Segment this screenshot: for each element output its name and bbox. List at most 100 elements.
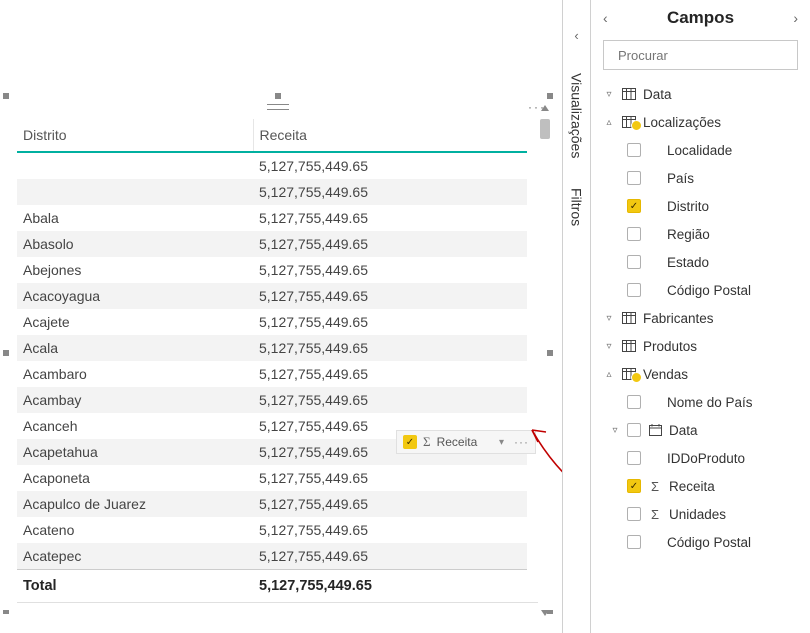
checkbox[interactable] [627, 143, 641, 157]
field-chip-label: Receita [437, 435, 478, 449]
checkbox-checked[interactable]: ✓ [627, 199, 641, 213]
scrollbar-thumb[interactable] [540, 119, 550, 139]
scroll-down-icon[interactable] [541, 610, 549, 616]
sigma-icon: Σ [647, 507, 663, 521]
cell-distrito: Acajete [17, 309, 253, 335]
vertical-scrollbar[interactable] [540, 119, 550, 602]
checkbox[interactable] [627, 283, 641, 297]
cell-receita: 5,127,755,449.65 [253, 543, 527, 570]
field-distrito[interactable]: ✓Distrito [599, 192, 808, 220]
table-node-data[interactable]: ▿ Data [599, 80, 808, 108]
field-receita[interactable]: ✓ΣReceita [599, 472, 808, 500]
column-header-receita[interactable]: Receita [253, 119, 527, 152]
table-row[interactable]: Acatepec5,127,755,449.65 [17, 543, 527, 570]
report-canvas[interactable]: ··· Distrito Receita 5,127,755,449.655,1… [0, 0, 560, 633]
checkbox[interactable] [627, 507, 641, 521]
fields-search[interactable] [603, 40, 798, 70]
checkbox[interactable] [627, 227, 641, 241]
cell-receita: 5,127,755,449.65 [253, 231, 527, 257]
tree-label: Unidades [669, 507, 726, 522]
field-data-hierarchy[interactable]: ▿ Data [599, 416, 808, 444]
table-row[interactable]: Acambay5,127,755,449.65 [17, 387, 527, 413]
table-row[interactable]: Abasolo5,127,755,449.65 [17, 231, 527, 257]
table-visual[interactable]: ··· Distrito Receita 5,127,755,449.655,1… [5, 95, 550, 615]
field-estado[interactable]: Estado [599, 248, 808, 276]
field-regiao[interactable]: Região [599, 220, 808, 248]
table-row[interactable]: Abejones5,127,755,449.65 [17, 257, 527, 283]
table-row[interactable]: Acambaro5,127,755,449.65 [17, 361, 527, 387]
table-row[interactable]: Acateno5,127,755,449.65 [17, 517, 527, 543]
checkbox[interactable] [627, 395, 641, 409]
cell-distrito [17, 179, 253, 205]
tree-label: Vendas [643, 367, 688, 382]
table-icon [621, 339, 637, 353]
tree-label: Receita [669, 479, 715, 494]
table-node-produtos[interactable]: ▿ Produtos [599, 332, 808, 360]
checkbox[interactable] [627, 451, 641, 465]
checkbox[interactable] [627, 423, 641, 437]
table-node-localizacoes[interactable]: ▵ Localizações [599, 108, 808, 136]
table-row[interactable]: 5,127,755,449.65 [17, 152, 527, 179]
table-row[interactable]: Acacoyagua5,127,755,449.65 [17, 283, 527, 309]
field-codigo-postal-vendas[interactable]: Código Postal [599, 528, 808, 556]
cell-receita: 5,127,755,449.65 [253, 361, 527, 387]
cell-receita: 5,127,755,449.65 [253, 491, 527, 517]
field-unidades[interactable]: Σ Unidades [599, 500, 808, 528]
field-iddoproduto[interactable]: IDDoProduto [599, 444, 808, 472]
column-header-distrito[interactable]: Distrito [17, 119, 253, 152]
chevron-left-icon[interactable]: ‹ [603, 10, 608, 26]
total-label: Total [17, 570, 253, 603]
table-node-fabricantes[interactable]: ▿ Fabricantes [599, 304, 808, 332]
chevron-up-icon[interactable]: ▵ [603, 369, 615, 380]
chevron-down-icon[interactable]: ▿ [603, 89, 615, 100]
table-row[interactable]: 5,127,755,449.65 [17, 179, 527, 205]
chevron-up-icon[interactable]: ▵ [603, 117, 615, 128]
chevron-down-icon[interactable]: ▿ [603, 341, 615, 352]
total-value: 5,127,755,449.65 [253, 570, 527, 603]
table-row[interactable]: Acapulco de Juarez5,127,755,449.65 [17, 491, 527, 517]
checkbox-checked[interactable]: ✓ [627, 479, 641, 493]
collapsed-panes-bar: ‹ Visualizações Filtros [562, 0, 590, 633]
cell-receita: 5,127,755,449.65 [253, 179, 527, 205]
visual-header: ··· [5, 95, 550, 119]
scroll-up-icon[interactable] [541, 105, 549, 111]
chevron-down-icon[interactable]: ▿ [603, 313, 615, 324]
tree-label: Localidade [667, 143, 732, 158]
chevron-down-icon[interactable]: ▾ [499, 437, 504, 448]
chevron-left-icon[interactable]: ‹ [574, 28, 578, 43]
table-row[interactable]: Abala5,127,755,449.65 [17, 205, 527, 231]
tree-label: Nome do País [667, 395, 753, 410]
sigma-icon: Σ [423, 434, 431, 450]
table-node-vendas[interactable]: ▵ Vendas [599, 360, 808, 388]
tree-label: Código Postal [667, 535, 751, 550]
cell-distrito: Acacoyagua [17, 283, 253, 309]
table-linked-icon [621, 367, 637, 381]
table-row[interactable]: Acajete5,127,755,449.65 [17, 309, 527, 335]
drag-handle-icon[interactable] [267, 104, 289, 110]
cell-distrito: Abasolo [17, 231, 253, 257]
cell-receita: 5,127,755,449.65 [253, 257, 527, 283]
cell-distrito: Acaponeta [17, 465, 253, 491]
cell-distrito: Acapetahua [17, 439, 253, 465]
field-pais[interactable]: País [599, 164, 808, 192]
field-nome-do-pais[interactable]: Nome do País [599, 388, 808, 416]
chevron-down-icon[interactable]: ▿ [609, 425, 621, 436]
cell-distrito: Acapulco de Juarez [17, 491, 253, 517]
table-row[interactable]: Acaponeta5,127,755,449.65 [17, 465, 527, 491]
more-options-icon[interactable]: ··· [514, 435, 529, 449]
field-well-item-receita[interactable]: ✓ Σ Receita ▾ ··· [396, 430, 536, 454]
table-row[interactable]: Acala5,127,755,449.65 [17, 335, 527, 361]
field-codigo-postal[interactable]: Código Postal [599, 276, 808, 304]
cell-distrito: Acambay [17, 387, 253, 413]
search-input[interactable] [618, 48, 794, 63]
field-checkbox-checked-icon[interactable]: ✓ [403, 435, 417, 449]
checkbox[interactable] [627, 535, 641, 549]
filters-pane-label[interactable]: Filtros [569, 188, 585, 226]
tree-label: Estado [667, 255, 709, 270]
visualizations-pane-label[interactable]: Visualizações [569, 73, 585, 158]
field-localidade[interactable]: Localidade [599, 136, 808, 164]
cell-distrito: Acambaro [17, 361, 253, 387]
chevron-right-icon[interactable]: › [793, 10, 798, 26]
checkbox[interactable] [627, 171, 641, 185]
checkbox[interactable] [627, 255, 641, 269]
